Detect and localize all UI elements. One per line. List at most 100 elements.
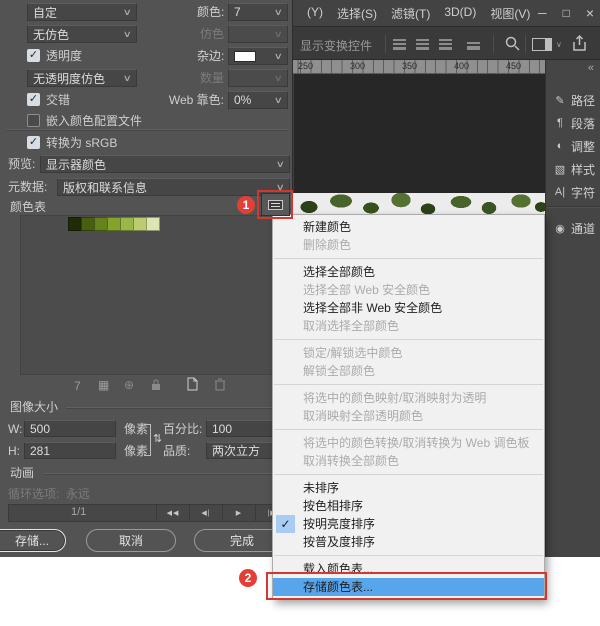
menu-item[interactable]: 按普及度排序 <box>273 533 544 551</box>
menu-(Y)[interactable]: (Y) <box>307 5 323 22</box>
embed-profile-checkbox[interactable]: 嵌入颜色配置文件 <box>27 112 142 129</box>
play-button[interactable]: ▶ <box>222 505 255 521</box>
menu-item[interactable]: 选择全部非 Web 安全颜色 <box>273 299 544 317</box>
colors-dropdown[interactable]: 7∨ <box>228 3 288 21</box>
interlaced-checkbox[interactable]: ✓ 交错 <box>27 91 70 108</box>
paragraph-icon: ¶ <box>552 117 568 129</box>
new-swatch-icon[interactable] <box>186 377 199 391</box>
first-frame-button[interactable]: ◀◀ <box>156 505 189 521</box>
menu-item[interactable]: ✓按明亮度排序 <box>273 515 544 533</box>
dock-tab-label: 段落 <box>571 115 595 132</box>
color-swatches <box>68 217 159 231</box>
menu-separator <box>274 339 543 340</box>
minimize-button[interactable]: ─ <box>538 6 547 20</box>
options-bar: 显示变换控件 ∨ <box>293 26 600 60</box>
checkbox-unchecked-icon <box>27 114 40 127</box>
delete-swatch-icon <box>214 377 226 391</box>
screenshot-root: 自定∨ 颜色: 7∨ 无仿色∨ 仿色 ∨ ✓ 透明度 杂边: ∨ 无透明度仿色∨… <box>0 0 600 626</box>
select-swatches-icon[interactable]: ▦ <box>98 378 109 392</box>
menu-separator <box>274 474 543 475</box>
menu-item-label: 选择全部 Web 安全颜色 <box>303 283 430 297</box>
color-swatch[interactable] <box>120 217 134 231</box>
window-controls: ─ □ × <box>538 0 594 26</box>
divider <box>546 206 600 207</box>
previous-frame-button[interactable]: ◀| <box>189 505 222 521</box>
frame-counter: 1/1 <box>71 506 86 518</box>
height-input[interactable]: 281 <box>24 442 116 459</box>
chevron-down-icon: ∨ <box>123 29 132 40</box>
color-swatch[interactable] <box>68 217 82 231</box>
metadata-label: 元数据: <box>8 180 47 195</box>
panel-menu-icon <box>268 200 283 210</box>
divider <box>6 129 288 130</box>
dither-mode-dropdown[interactable]: 无仿色∨ <box>27 25 137 43</box>
menu-item: 取消转换全部颜色 <box>273 452 544 470</box>
color-swatch[interactable] <box>81 217 95 231</box>
color-table[interactable] <box>20 215 290 375</box>
menu-item-label: 按色相排序 <box>303 499 363 513</box>
lock-icon <box>150 378 162 391</box>
maximize-button[interactable]: □ <box>563 6 570 20</box>
preview-dropdown[interactable]: 显示器颜色∨ <box>40 155 290 173</box>
menu-separator <box>274 258 543 259</box>
color-swatch[interactable] <box>133 217 147 231</box>
link-dimensions-icon[interactable]: ⇅ <box>153 432 162 447</box>
share-icon[interactable] <box>571 34 588 52</box>
dock-tab-调整[interactable]: ◐调整 <box>546 136 600 156</box>
convert-srgb-checkbox[interactable]: ✓ 转换为 sRGB <box>27 134 117 151</box>
color-swatch[interactable] <box>146 217 160 231</box>
color-swatch[interactable] <box>107 217 121 231</box>
align-vertical-centers-icon[interactable] <box>416 39 429 50</box>
menu-滤镜(T)[interactable]: 滤镜(T) <box>391 5 430 22</box>
matte-dropdown[interactable]: ∨ <box>228 47 288 65</box>
chevron-down-icon[interactable]: ∨ <box>556 40 562 49</box>
distribute-icon[interactable] <box>467 39 480 50</box>
dither-label: 仿色 <box>200 27 224 42</box>
menu-item[interactable]: 选择全部颜色 <box>273 263 544 281</box>
panel-menu-button[interactable] <box>261 193 290 216</box>
dock-tab-样式[interactable]: ▧样式 <box>546 159 600 179</box>
metadata-dropdown[interactable]: 版权和联系信息∨ <box>57 178 290 196</box>
menu-视图(V)[interactable]: 视图(V) <box>490 5 530 22</box>
color-swatch[interactable] <box>94 217 108 231</box>
cancel-button[interactable]: 取消 <box>86 529 176 552</box>
dock-tab-字符[interactable]: A|字符 <box>546 182 600 202</box>
menu-item: 将选中的颜色映射/取消映射为透明 <box>273 389 544 407</box>
align-top-edges-icon[interactable] <box>393 39 406 50</box>
menu-item: 取消选择全部颜色 <box>273 317 544 335</box>
dock-tab-路径[interactable]: ✎路径 <box>546 90 600 110</box>
workspace-icon[interactable] <box>532 38 552 51</box>
height-label: H: <box>8 444 20 459</box>
menu-item[interactable]: 新建颜色 <box>273 218 544 236</box>
dock-tab-段落[interactable]: ¶段落 <box>546 113 600 133</box>
swatch-count: 7 <box>74 379 81 394</box>
image-size-header: 图像大小 <box>10 400 58 415</box>
colors-label: 颜色: <box>197 5 224 20</box>
align-bottom-edges-icon[interactable] <box>439 39 452 50</box>
preset-dropdown[interactable]: 自定∨ <box>27 3 137 21</box>
collapse-panels-icon[interactable]: « <box>588 62 594 74</box>
canvas[interactable] <box>293 74 545 193</box>
search-icon[interactable] <box>505 36 520 51</box>
matte-label: 杂边: <box>197 49 224 64</box>
transparency-dither-dropdown[interactable]: 无透明度仿色∨ <box>27 69 137 87</box>
preview-label: 预览: <box>8 157 35 172</box>
panel-dock: « ✎路径 ¶段落 ◐调整 ▧样式 A|字符 ◉通道 <box>545 60 600 557</box>
dock-tab-通道[interactable]: ◉通道 <box>546 218 600 238</box>
web-snap-dropdown[interactable]: 0%∨ <box>228 91 288 109</box>
transparency-checkbox[interactable]: ✓ 透明度 <box>27 47 82 64</box>
document-image-foliage <box>293 193 545 214</box>
menu-3D(D)[interactable]: 3D(D) <box>444 5 476 22</box>
ruler-tick-label: 450 <box>506 61 521 71</box>
show-transform-controls-label[interactable]: 显示变换控件 <box>300 37 372 54</box>
close-button[interactable]: × <box>586 5 594 21</box>
menu-item-label: 取消选择全部颜色 <box>303 319 399 333</box>
menu-item-label: 选择全部非 Web 安全颜色 <box>303 301 442 315</box>
paths-icon: ✎ <box>552 94 568 107</box>
menu-item[interactable]: 未排序 <box>273 479 544 497</box>
width-input[interactable]: 500 <box>24 420 116 437</box>
loop-value: 永远 <box>66 487 90 502</box>
menu-选择(S)[interactable]: 选择(S) <box>337 5 377 22</box>
save-button[interactable]: 存储... <box>0 529 66 552</box>
menu-item[interactable]: 按色相排序 <box>273 497 544 515</box>
